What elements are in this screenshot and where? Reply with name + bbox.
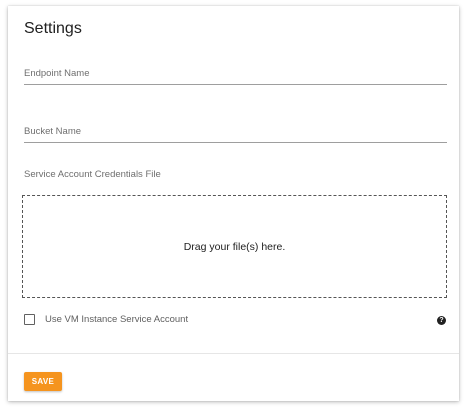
endpoint-name-underline bbox=[24, 84, 447, 85]
file-dropzone[interactable]: Drag your file(s) here. bbox=[22, 195, 447, 298]
save-button[interactable]: SAVE bbox=[24, 372, 62, 391]
vm-service-account-option[interactable]: Use VM Instance Service Account bbox=[24, 314, 188, 325]
dropzone-text: Drag your file(s) here. bbox=[183, 240, 286, 253]
footer-divider bbox=[8, 353, 459, 354]
vm-service-account-checkbox[interactable] bbox=[24, 314, 35, 325]
credentials-file-label: Service Account Credentials File bbox=[24, 169, 161, 180]
bucket-name-underline bbox=[24, 142, 447, 143]
help-circle-icon[interactable]: ? bbox=[437, 316, 446, 325]
page-title: Settings bbox=[24, 20, 82, 37]
bucket-name-input[interactable] bbox=[24, 126, 447, 140]
settings-card: Settings Endpoint Name Bucket Name Servi… bbox=[8, 6, 459, 401]
vm-service-account-label: Use VM Instance Service Account bbox=[45, 314, 189, 325]
endpoint-name-input[interactable] bbox=[24, 68, 447, 82]
